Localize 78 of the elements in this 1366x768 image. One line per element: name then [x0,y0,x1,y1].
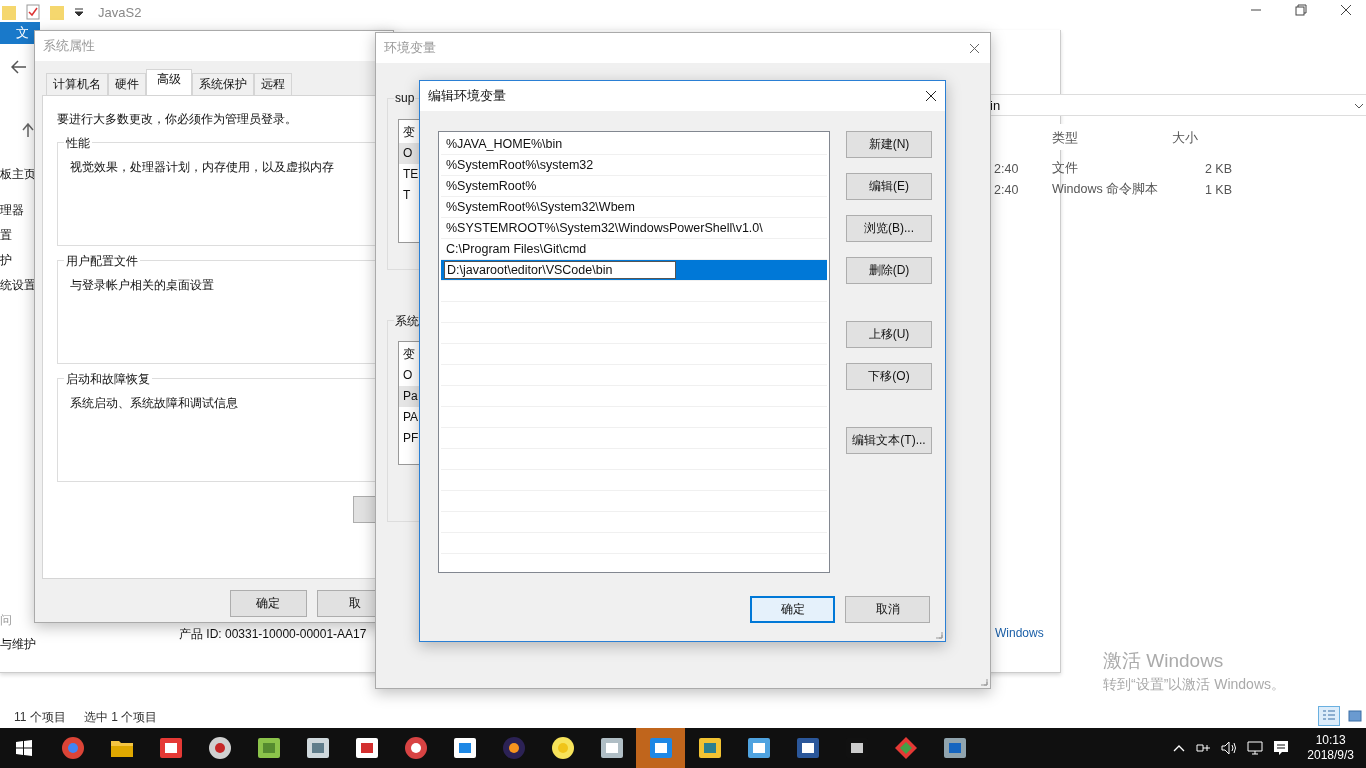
table-cell-text: 2:40 [994,161,1020,176]
group-description: 系统启动、系统故障和调试信息 [70,396,238,410]
table-cell-text: 2 KB [1203,161,1232,176]
notification-icon[interactable] [1273,740,1290,756]
status-text: 选中 1 个项目 [83,709,158,726]
tab[interactable]: 高级 [146,69,192,95]
chevron-up-icon[interactable] [1173,744,1186,752]
close-icon[interactable] [1340,4,1352,16]
window-title: 编辑环境变量 [428,87,506,105]
list-item[interactable]: %SystemRoot%\System32\Wbem [446,200,635,214]
ribbon-tab[interactable]: 文 [0,22,40,44]
action-button[interactable]: 上移(U) [846,321,932,348]
action-button[interactable]: 新建(N) [846,131,932,158]
address-bar[interactable]: in [990,94,1366,116]
nav-link[interactable]: 理器 [0,198,36,223]
product-id: 产品 ID: 00331-10000-00001-AA17 [179,626,367,643]
properties-icon[interactable] [26,4,40,20]
window-title: JavaS2 [98,4,142,20]
tab[interactable]: 系统保护 [192,73,254,95]
activation-text: 转到“设置”以激活 Windows。 [1103,676,1285,694]
action-button[interactable]: 编辑(E) [846,173,932,200]
group-title: 系统 [394,313,420,330]
large-icons-view-icon [1348,710,1362,722]
up-arrow-icon[interactable] [22,123,34,137]
back-arrow-icon[interactable] [11,60,27,74]
status-text: 11 个项目 [14,709,66,726]
nav-link[interactable]: 与维护 [0,636,36,653]
group-description: 视觉效果，处理器计划，内存使用，以及虚拟内存 [70,160,334,174]
list-item[interactable]: %SystemRoot%\system32 [446,158,594,172]
action-button[interactable]: 浏览(B)... [846,215,932,242]
dropdown-icon[interactable] [74,7,84,17]
ok-button[interactable]: 确定 [230,590,307,617]
clock-time[interactable]: 10:13 [1315,733,1346,748]
activation-title: 激活 Windows [1103,649,1225,673]
action-button[interactable]: 编辑文本(T)... [846,427,932,454]
diamond-icon[interactable] [893,736,918,760]
tab[interactable]: 远程 [254,73,292,95]
clock-date[interactable]: 2018/9/3 [1307,748,1354,763]
close-icon[interactable] [925,90,937,102]
action-button[interactable]: 下移(O) [846,363,932,390]
group-title: 启动和故障恢复 [64,371,152,388]
round-logo-icon[interactable] [403,736,428,760]
group-description: 与登录帐户相关的桌面设置 [70,278,214,292]
table-cell-text: 文件 [1052,160,1079,177]
activation-link[interactable]: Windows [995,626,1044,640]
resize-grip-icon[interactable] [980,678,988,686]
details-view-icon [1322,709,1336,723]
list-item[interactable]: %SYSTEMROOT%\System32\WindowsPowerShell\v1.0\ [446,221,763,235]
ok-button[interactable]: 确定 [750,596,835,623]
speaker-icon[interactable] [1221,741,1238,755]
action-button[interactable]: 删除(D) [846,257,932,284]
list-item[interactable]: C:\Program Files\Git\cmd [446,242,587,256]
tab[interactable]: 硬件 [108,73,146,95]
resize-grip-icon[interactable] [935,631,943,639]
table-cell-text: Windows 命令脚本 [1052,181,1160,198]
notice-text: 要进行大多数更改，你必须作为管理员登录。 [57,111,298,128]
cancel-button[interactable]: 取消 [845,596,930,623]
path-input-field[interactable]: D:\javaroot\editor\VSCode\bin [444,261,676,279]
window-title: 环境变量 [384,39,436,57]
windows-start-icon[interactable] [16,740,32,756]
monitor-icon[interactable] [1247,741,1264,755]
chevron-down-icon[interactable] [1354,102,1364,110]
window-title: 系统属性 [43,37,95,55]
nav-link[interactable]: 置 [0,223,36,248]
table-cell-text: 1 KB [1203,182,1232,197]
restore-icon[interactable] [1295,4,1307,16]
column-header[interactable]: 类型 [1052,129,1078,147]
group-title: 用户配置文件 [64,253,140,270]
column-header[interactable]: 大小 [1172,129,1198,147]
list-item[interactable]: %SystemRoot% [446,179,537,193]
nav-link[interactable]: 板主页 [0,162,36,187]
list-item[interactable]: %JAVA_HOME%\bin [446,137,563,151]
network-icon[interactable] [1195,741,1212,755]
tab[interactable]: 计算机名 [46,73,108,95]
group-title: 性能 [64,135,92,152]
nav-link[interactable]: 护 [0,248,36,273]
browser-icon[interactable] [60,736,85,760]
table-cell-text: 2:40 [994,182,1020,197]
